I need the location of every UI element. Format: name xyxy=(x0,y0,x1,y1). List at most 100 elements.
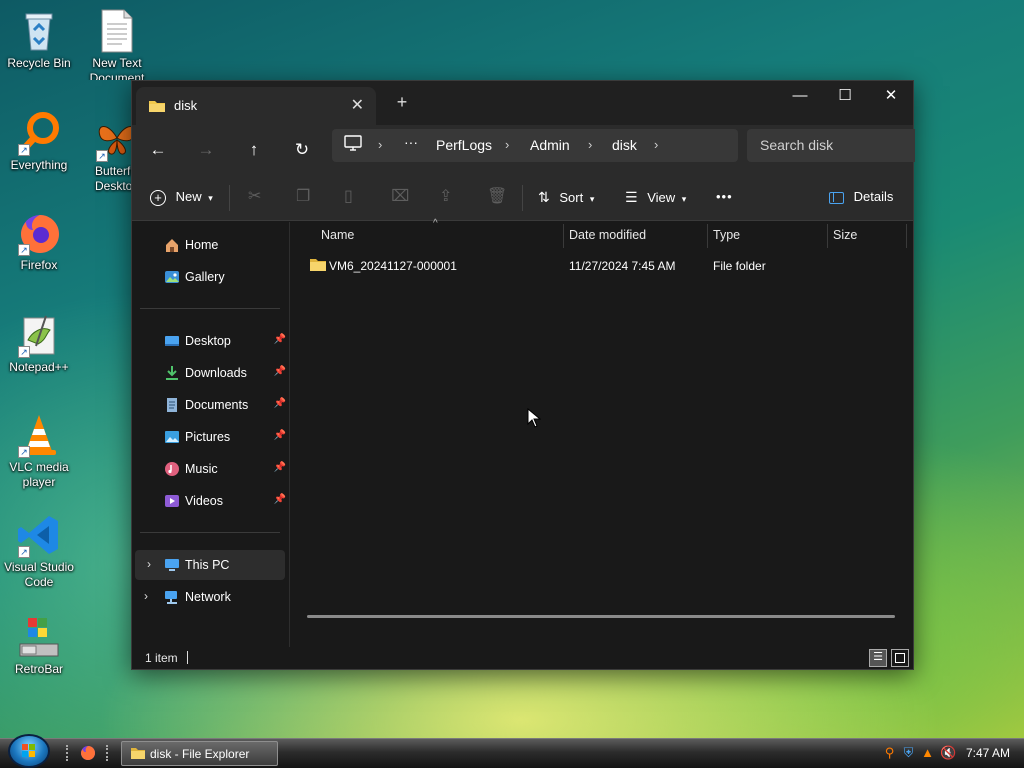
sort-button[interactable]: ⇅ Sort ▾ xyxy=(538,187,594,209)
sidebar-item-pictures[interactable]: Pictures 📌 xyxy=(132,422,290,452)
pin-icon[interactable]: 📌 xyxy=(274,398,286,409)
column-divider[interactable] xyxy=(906,224,907,248)
shortcut-arrow-icon: ↗ xyxy=(96,150,108,162)
view-button[interactable]: ☰ View ▾ xyxy=(625,187,686,209)
sidebar-item-this-pc[interactable]: › This PC xyxy=(135,550,285,580)
file-date-modified: 11/27/2024 7:45 AM xyxy=(569,259,676,273)
rename-button[interactable]: ⌧ xyxy=(391,187,409,209)
text-document-icon xyxy=(94,8,140,54)
sidebar-item-home[interactable]: Home xyxy=(132,230,290,260)
share-button[interactable]: ⇪ xyxy=(439,187,452,209)
vlc-cone-icon: ↗ xyxy=(16,412,62,458)
sidebar-item-label: Pictures xyxy=(185,430,231,444)
chevron-down-icon: ▾ xyxy=(589,194,595,204)
breadcrumb-admin[interactable]: Admin xyxy=(530,137,570,153)
sort-indicator-icon: ^ xyxy=(433,218,438,229)
taskbar-button-file-explorer[interactable]: disk - File Explorer xyxy=(121,741,278,766)
more-options-button[interactable]: ••• xyxy=(716,187,733,209)
desktop-icon-retrobar[interactable]: RetroBar xyxy=(0,614,78,677)
column-header-date-modified[interactable]: Date modified xyxy=(569,228,646,242)
chevron-right-icon[interactable]: › xyxy=(505,137,509,152)
tab-disk[interactable]: disk ✕ xyxy=(136,87,376,125)
vlc-tray-icon[interactable]: ▲ xyxy=(920,745,935,760)
taskbar-clock[interactable]: 7:47 AM xyxy=(966,746,1010,760)
refresh-button[interactable]: ↻ xyxy=(289,138,315,164)
address-bar: ← → ↑ ↻ › ··· PerfLogs › Admin › disk › … xyxy=(132,125,915,175)
taskbar-grip-icon xyxy=(106,745,110,761)
desktop-icon-vlc[interactable]: ↗ VLC media player xyxy=(0,412,78,490)
pin-icon[interactable]: 📌 xyxy=(274,334,286,345)
details-pane-button[interactable]: Details xyxy=(829,187,893,209)
sidebar-item-label: Documents xyxy=(185,398,249,412)
desktop-icon-firefox[interactable]: ↗ Firefox xyxy=(0,210,78,273)
desktop-icon-notepadpp[interactable]: ↗ Notepad++ xyxy=(0,312,78,375)
minimize-button[interactable]: — xyxy=(777,81,823,113)
share-icon: ⇪ xyxy=(439,188,453,205)
pin-icon[interactable]: 📌 xyxy=(274,494,286,505)
volume-muted-icon[interactable]: 🔇 xyxy=(940,745,956,760)
desktop-icon xyxy=(164,333,180,349)
breadcrumb[interactable]: › ··· PerfLogs › Admin › disk › xyxy=(332,129,738,162)
cut-button[interactable]: ✂ xyxy=(248,187,261,209)
sidebar-item-desktop[interactable]: Desktop 📌 xyxy=(132,326,290,356)
vscode-icon: ↗ xyxy=(16,512,62,558)
sidebar-item-music[interactable]: Music 📌 xyxy=(132,454,290,484)
maximize-button[interactable]: ☐ xyxy=(822,81,868,113)
chevron-right-icon[interactable]: › xyxy=(654,137,658,152)
pin-icon[interactable]: 📌 xyxy=(274,430,286,441)
sidebar-item-label: Videos xyxy=(185,494,223,508)
horizontal-scrollbar[interactable] xyxy=(307,615,895,618)
toolbar-divider xyxy=(522,185,523,211)
new-label: New xyxy=(175,189,202,204)
sidebar-item-documents[interactable]: Documents 📌 xyxy=(132,390,290,420)
start-button[interactable] xyxy=(8,734,50,768)
shortcut-arrow-icon: ↗ xyxy=(18,144,30,156)
desktop-icon-new-text-document[interactable]: New Text Document xyxy=(78,8,156,80)
chevron-right-icon[interactable]: › xyxy=(378,137,382,152)
copy-button[interactable]: ❐ xyxy=(296,187,310,209)
column-divider[interactable] xyxy=(707,224,708,248)
up-button[interactable]: ↑ xyxy=(241,138,267,164)
tiles-view-button[interactable] xyxy=(891,649,909,667)
chevron-right-icon[interactable]: › xyxy=(144,589,148,603)
forward-button[interactable]: → xyxy=(193,138,219,164)
close-button[interactable]: ✕ xyxy=(868,81,914,113)
delete-button[interactable]: 🗑 xyxy=(487,187,507,209)
chevron-right-icon[interactable]: › xyxy=(588,137,592,152)
column-header-type[interactable]: Type xyxy=(713,228,740,242)
chevron-right-icon[interactable]: › xyxy=(147,557,151,571)
sidebar-item-network[interactable]: › Network xyxy=(132,582,290,612)
desktop-icon-vscode[interactable]: ↗ Visual Studio Code xyxy=(0,512,78,590)
sidebar-item-videos[interactable]: Videos 📌 xyxy=(132,486,290,516)
table-row[interactable]: VM6_20241127-000001 11/27/2024 7:45 AM F… xyxy=(305,254,905,278)
this-pc-monitor-icon[interactable] xyxy=(344,135,362,154)
column-divider[interactable] xyxy=(827,224,828,248)
sidebar-item-downloads[interactable]: Downloads 📌 xyxy=(132,358,290,388)
breadcrumb-perflogs[interactable]: PerfLogs xyxy=(436,137,492,153)
network-icon xyxy=(164,589,180,605)
new-tab-button[interactable]: + xyxy=(392,92,412,113)
desktop-icon-everything[interactable]: ↗ Everything xyxy=(0,110,78,173)
paste-button[interactable]: ▯ xyxy=(344,187,353,209)
new-button[interactable]: + New ▾ xyxy=(150,187,213,209)
back-button[interactable]: ← xyxy=(145,138,171,164)
tab-close-icon[interactable]: ✕ xyxy=(351,95,364,115)
pin-icon[interactable]: 📌 xyxy=(274,366,286,377)
sidebar-item-label: Desktop xyxy=(185,334,231,348)
security-tray-icon[interactable]: ⛨ xyxy=(901,745,916,760)
more-locations-icon[interactable]: ··· xyxy=(404,134,418,150)
pin-icon[interactable]: 📌 xyxy=(274,462,286,473)
desktop-icon-recycle-bin[interactable]: Recycle Bin xyxy=(0,8,78,71)
breadcrumb-disk[interactable]: disk xyxy=(612,137,637,153)
taskbar-firefox-icon[interactable] xyxy=(80,745,96,764)
sidebar-item-gallery[interactable]: Gallery xyxy=(132,262,290,292)
column-divider[interactable] xyxy=(563,224,564,248)
sidebar-item-label: This PC xyxy=(185,558,230,572)
details-view-button[interactable]: ☰ xyxy=(869,649,887,667)
command-bar: + New ▾ ✂ ❐ ▯ ⌧ ⇪ 🗑 ⇅ Sort ▾ ☰ View ▾ ••… xyxy=(132,175,913,221)
search-input[interactable]: Search disk xyxy=(747,129,915,162)
everything-tray-icon[interactable]: ⚲ xyxy=(882,745,897,760)
column-header-name[interactable]: Name xyxy=(321,228,354,242)
column-header-size[interactable]: Size xyxy=(833,228,857,242)
download-arrow-icon xyxy=(164,365,180,381)
